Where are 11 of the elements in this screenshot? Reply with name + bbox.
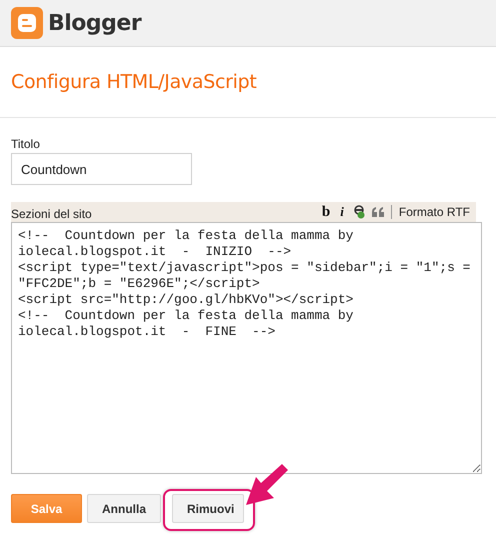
logo-text: Blogger: [48, 10, 142, 36]
title-field[interactable]: Countdown: [11, 153, 192, 185]
code-field[interactable]: <!-- Countdown per la festa della mamma by iolecal.blogspot.it - INIZIO --> <script type="text/javascript">pos = "sidebar";i = "1";s = "FFC2DE";b = "E6296E";</script> <script src="http://goo.gl/hbKVo"></script> <!-- Countdown per la festa della mamma by iolecal.blogspot.it - FINE -->: [11, 222, 482, 474]
rich-text-tab[interactable]: Formato RTF: [390, 205, 470, 219]
field-label: Titolo: [11, 137, 41, 151]
italic-button[interactable]: i: [338, 204, 346, 220]
action-button[interactable]: Rimuovi: [172, 494, 244, 523]
bold-button[interactable]: b: [320, 204, 332, 220]
action-button[interactable]: Annulla: [87, 494, 161, 523]
page-title: Configura HTML/JavaScript: [11, 71, 257, 93]
field-label: Sezioni del sito: [11, 207, 92, 222]
